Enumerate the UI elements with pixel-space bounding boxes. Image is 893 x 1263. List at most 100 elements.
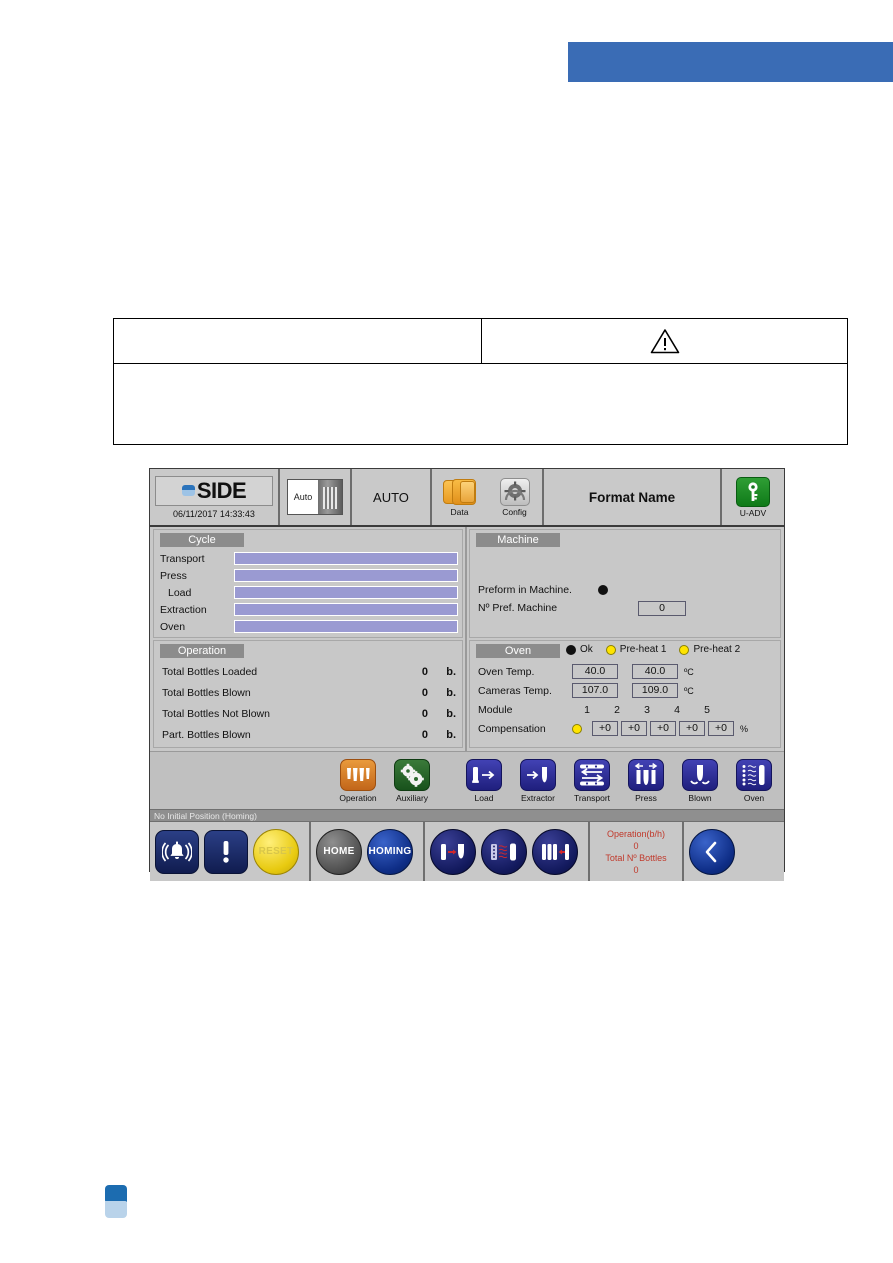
data-button[interactable]: Data [432, 469, 487, 525]
alarm-button[interactable] [155, 829, 199, 874]
data-button-label: Data [450, 506, 469, 517]
compensation-value[interactable]: +0 [650, 721, 676, 736]
mold-row-button[interactable] [532, 828, 578, 875]
cycle-progress-bar [234, 620, 458, 633]
cycle-panel: Cycle Transport Press Load Extraction Ov… [153, 529, 463, 638]
total-bottles-label: Total Nº Bottles [605, 852, 667, 863]
chevron-left-icon [705, 841, 717, 862]
operation-unit: b. [446, 665, 456, 678]
operation-row: Part. Bottles Blown 0 b. [162, 724, 456, 745]
mode-switch-cell[interactable]: Auto [280, 469, 350, 525]
compensation-value[interactable]: +0 [679, 721, 705, 736]
user-level-label: U-ADV [739, 507, 767, 518]
nav-transport[interactable]: Transport [566, 758, 618, 803]
reset-button[interactable]: RESET [253, 828, 299, 875]
compensation-value[interactable]: +0 [708, 721, 734, 736]
nav-oven-label: Oven [743, 792, 765, 803]
oven-temp-value-2[interactable]: 40.0 [632, 664, 678, 679]
key-icon [736, 476, 770, 507]
oven-status-preheat1: Pre-heat 1 [605, 644, 666, 655]
config-button-label: Config [502, 506, 527, 517]
nav-extractor-label: Extractor [520, 792, 555, 803]
cycle-progress-bar [234, 586, 458, 599]
config-button[interactable]: Config [487, 469, 542, 525]
alarm-group: RESET [150, 822, 309, 881]
cycle-row: Press [160, 567, 458, 584]
cameras-temp-value-1[interactable]: 107.0 [572, 683, 618, 698]
operation-unit: b. [446, 728, 456, 741]
press-mold-icon [628, 758, 664, 791]
cycle-label: Press [160, 569, 187, 582]
nav-operation[interactable]: Operation [332, 758, 384, 803]
operation-label: Total Bottles Not Blown [162, 707, 270, 720]
document-page: SIDE 06/11/2017 14:33:43 Auto AUTO Data [0, 0, 893, 1263]
switch-handle-icon[interactable] [318, 480, 342, 514]
operation-value: 0 [421, 728, 428, 741]
back-button[interactable] [689, 828, 735, 875]
operation-panel-title: Operation [160, 644, 244, 658]
nav-extractor[interactable]: Extractor [512, 758, 564, 803]
preheat1-led-icon [605, 644, 616, 655]
extractor-arrow-icon [520, 758, 556, 791]
top-banner [568, 42, 893, 82]
module-numbers: 1 2 3 4 5 [572, 704, 722, 716]
counters-panel: Operation(b/h) 0 Total Nº Bottles 0 [590, 822, 682, 881]
hmi-body: Cycle Transport Press Load Extraction Ov… [150, 527, 784, 751]
oven-lamps-icon [736, 758, 772, 791]
blown-bottle-icon [682, 758, 718, 791]
preheat2-led-icon [679, 644, 690, 655]
back-group [684, 822, 740, 881]
warning-table-right-cell [482, 319, 847, 363]
nav-oven[interactable]: Oven [728, 758, 780, 803]
teeth-mold-icon [340, 758, 376, 791]
gears-icon [394, 758, 430, 791]
brand-cell: SIDE 06/11/2017 14:33:43 [150, 469, 278, 525]
nav-load[interactable]: Load [458, 758, 510, 803]
compensation-row: Compensation +0 +0 +0 +0 +0 % [478, 719, 780, 738]
cycle-progress-bar [234, 552, 458, 565]
oven-temp-unit: ºC [684, 666, 694, 677]
cycle-label: Load [168, 586, 192, 599]
hmi-bottom-bar: RESET HOME HOMING Operation(b/h) 0 Total… [150, 821, 784, 881]
pref-count-value[interactable]: 0 [638, 600, 686, 616]
home-button[interactable]: HOME [316, 828, 362, 875]
operation-unit: b. [446, 707, 456, 720]
compensation-value[interactable]: +0 [592, 721, 618, 736]
compensation-led-icon [572, 723, 582, 734]
homing-button[interactable]: HOMING [367, 828, 413, 875]
cameras-temp-value-2[interactable]: 109.0 [632, 683, 678, 698]
oven-status-group: Ok Pre-heat 1 Pre-heat 2 [566, 644, 740, 655]
warning-table-body-row [114, 364, 847, 444]
compensation-value[interactable]: +0 [621, 721, 647, 736]
module-row: Module 1 2 3 4 5 [478, 700, 780, 719]
operation-value: 0 [421, 665, 428, 678]
cycle-panel-title: Cycle [160, 533, 244, 547]
user-access-button[interactable]: U-ADV [722, 469, 784, 525]
module-number: 5 [704, 703, 710, 716]
ok-led-icon [566, 644, 576, 655]
nav-press[interactable]: Press [620, 758, 672, 803]
preform-status-led-icon [598, 585, 608, 595]
preform-transfer-button[interactable] [430, 828, 476, 875]
operation-value: 0 [421, 686, 428, 699]
left-column: Cycle Transport Press Load Extraction Ov… [150, 527, 467, 751]
warning-button[interactable] [204, 829, 248, 874]
cameras-temp-unit: ºC [684, 685, 694, 696]
ok-label: Ok [580, 644, 593, 655]
format-name[interactable]: Format Name [544, 469, 720, 525]
hmi-nav-bar: Operation Auxiliary Load Extractor Trans… [150, 751, 784, 809]
nav-press-label: Press [635, 792, 657, 803]
oven-heat-icon [491, 843, 516, 860]
nav-auxiliary[interactable]: Auxiliary [386, 758, 438, 803]
operation-value: 0 [421, 707, 428, 720]
oven-temp-value-1[interactable]: 40.0 [572, 664, 618, 679]
operation-row: Total Bottles Not Blown 0 b. [162, 703, 456, 724]
nav-blown[interactable]: Blown [674, 758, 726, 803]
auto-manual-switch[interactable]: Auto [287, 479, 343, 515]
cameras-temp-row: Cameras Temp. 107.0 109.0 ºC [478, 681, 780, 700]
alarm-bell-icon [162, 841, 192, 862]
oven-heat-button[interactable] [481, 828, 527, 875]
nav-blown-label: Blown [688, 792, 712, 803]
oven-temp-label: Oven Temp. [478, 665, 535, 678]
hmi-panel: SIDE 06/11/2017 14:33:43 Auto AUTO Data [149, 468, 785, 881]
